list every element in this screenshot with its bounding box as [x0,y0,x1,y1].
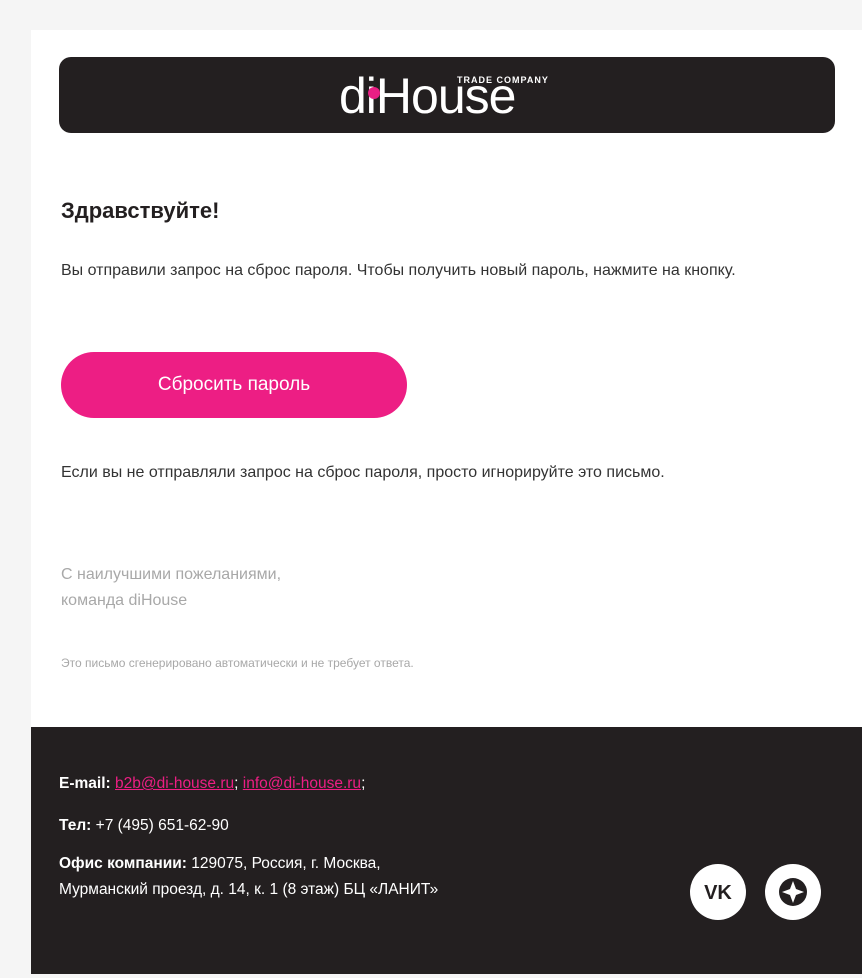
vk-glyph: VK [704,882,732,903]
phone-value: +7 (495) 651-62-90 [95,817,229,834]
header-logo-bar: diHouse TRADE COMPANY [59,57,835,133]
footer-email-line: E-mail: b2b@di-house.ru; info@di-house.r… [59,771,365,797]
reset-password-button[interactable]: Сбросить пароль [61,352,407,418]
signature-line-2: команда diHouse [61,592,188,609]
vk-icon[interactable]: VK [690,864,746,920]
office-label: Офис компании: [59,855,187,872]
dihouse-logo[interactable]: diHouse TRADE COMPANY [339,67,559,123]
email-link-info[interactable]: info@di-house.ru [243,775,361,792]
footer: E-mail: b2b@di-house.ru; info@di-house.r… [31,727,862,974]
email-label: E-mail: [59,775,111,792]
compass-icon[interactable] [765,864,821,920]
phone-label: Тел: [59,817,92,834]
office-line-2: Мурманский проезд, д. 14, к. 1 (8 этаж) … [59,881,439,898]
compass-glyph [779,878,807,906]
signature: С наилучшими пожеланиями, команда diHous… [61,562,461,614]
footer-phone-line: Тел: +7 (495) 651-62-90 [59,813,229,839]
email-end: ; [361,775,366,792]
auto-generated-note: Это письмо сгенерировано автоматически и… [61,656,414,670]
signature-line-1: С наилучшими пожеланиями, [61,566,282,583]
email-separator: ; [234,775,239,792]
intro-text: Вы отправили запрос на сброс пароля. Что… [61,262,736,279]
greeting-heading: Здравствуйте! [61,198,220,223]
office-line-1: 129075, Россия, г. Москва, [191,855,381,872]
ignore-note: Если вы не отправляли запрос на сброс па… [61,464,665,481]
footer-office-address: Офис компании: 129075, Россия, г. Москва… [59,851,619,903]
email-link-b2b[interactable]: b2b@di-house.ru [115,775,234,792]
logo-tagline: TRADE COMPANY [457,75,549,85]
email-container: diHouse TRADE COMPANY Здравствуйте! Вы о… [31,30,862,974]
svg-text:VK: VK [704,882,732,903]
logo-dot [368,87,380,99]
